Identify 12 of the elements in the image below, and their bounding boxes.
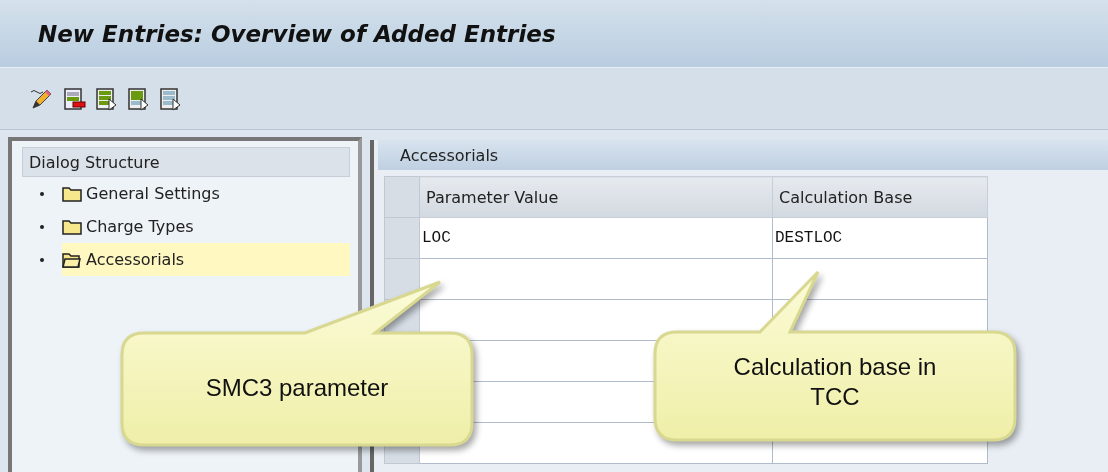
tree-item[interactable]: General Settings (62, 177, 350, 210)
table-cell[interactable]: LOC (419, 217, 773, 259)
table-title: Accessorials (378, 140, 1108, 170)
column-header: Calculation Base (772, 176, 988, 218)
callout-text: SMC3 parameter (204, 373, 390, 403)
column-header: Parameter Value (419, 176, 773, 218)
callout-text: Calculation base in TCC (732, 352, 938, 412)
table-cell[interactable]: DESTLOC (772, 217, 988, 259)
panel-header: Dialog Structure (22, 147, 350, 177)
window-title: New Entries: Overview of Added Entries (38, 20, 556, 47)
tree-item[interactable]: Accessorials (62, 243, 350, 276)
tree-item[interactable]: Charge Types (62, 210, 350, 243)
